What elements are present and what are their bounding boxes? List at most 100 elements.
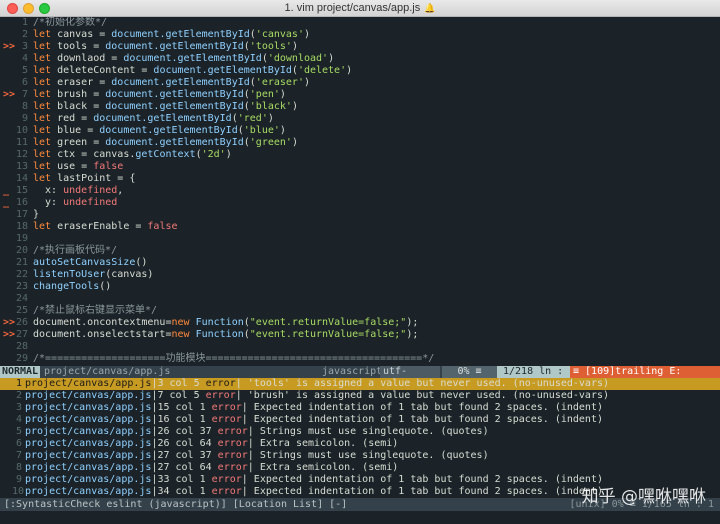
code-line[interactable]: 22 listenToUser(canvas) — [0, 269, 720, 281]
line-number: 12 — [15, 149, 28, 160]
location-msg: | Strings must use singlequote. (quotes) — [247, 426, 489, 437]
location-path: project/canvas/app.js — [25, 390, 152, 401]
line-number: 6 — [21, 77, 28, 88]
code-token: blue = — [57, 125, 100, 136]
close-window-button[interactable] — [7, 3, 18, 14]
location-list-text: project/canvas/app.js|26 col 37 error| S… — [25, 426, 489, 438]
location-list-text: project/canvas/app.js|3 col 5 error| 'to… — [25, 378, 609, 390]
code-line[interactable]: 17} — [0, 209, 720, 221]
code-token: false — [93, 161, 124, 172]
code-text: y: undefined — [33, 197, 117, 209]
location-err: error — [211, 402, 242, 413]
code-text: changeTools() — [33, 281, 111, 293]
location-list-item[interactable]: 4 project/canvas/app.js|16 col 1 error| E… — [0, 414, 720, 426]
code-line[interactable]: 1 /*初始化参数*/ — [0, 17, 720, 29]
location-list[interactable]: 1 project/canvas/app.js|3 col 5 error| 't… — [0, 378, 720, 498]
code-line[interactable]: 18 let eraserEnable = false — [0, 221, 720, 233]
location-msg: | Extra semicolon. (semi) — [247, 462, 399, 473]
location-msg: | 'tools' is assigned a value but never … — [235, 378, 610, 389]
location-path: project/canvas/app.js — [25, 426, 152, 437]
line-number: 25 — [15, 305, 28, 316]
code-text: let lastPoint = { — [33, 173, 135, 185]
location-list-item[interactable]: 5 project/canvas/app.js|26 col 37 error| … — [0, 426, 720, 438]
code-token: "event.returnValue=false;" — [249, 317, 407, 328]
code-line[interactable]: 12 let ctx = canvas.getContext('2d') — [0, 149, 720, 161]
code-token: getContext — [135, 149, 196, 160]
code-token: document.getElementById — [105, 101, 244, 112]
code-line[interactable]: 25 /*禁止鼠标右键显示菜单*/ — [0, 305, 720, 317]
code-token: document.getElementById — [99, 125, 238, 136]
line-number: 19 — [15, 233, 28, 244]
location-list-text: project/canvas/app.js|33 col 1 error| Ex… — [25, 474, 603, 486]
code-token: ) — [346, 65, 353, 76]
code-line[interactable]: >> 7 let brush = document.getElementById('… — [0, 89, 720, 101]
code-token: ); — [406, 329, 419, 340]
line-number: 17 — [15, 209, 28, 220]
location-msg: | Strings must use singlequote. (quotes) — [247, 450, 489, 461]
command-line[interactable] — [0, 511, 720, 524]
location-err: error — [217, 426, 248, 437]
location-list-item[interactable]: 1 project/canvas/app.js|3 col 5 error| 't… — [0, 378, 720, 390]
code-line[interactable]: 2 let canvas = document.getElementById('c… — [0, 29, 720, 41]
code-line[interactable]: _ 15 x: undefined, — [0, 185, 720, 197]
line-number: 24 — [15, 293, 28, 304]
location-list-text: project/canvas/app.js|7 col 5 error| 'br… — [25, 390, 609, 402]
line-number: 29 — [15, 353, 28, 364]
status-percent: 0% ≡ — [442, 366, 497, 378]
code-token: 'eraser' — [255, 77, 304, 88]
code-text: let red = document.getElementById('red') — [33, 113, 274, 125]
code-token: document.getElementById — [105, 89, 244, 100]
code-line[interactable]: 8 let black = document.getElementById('bl… — [0, 101, 720, 113]
code-token: ) — [279, 89, 286, 100]
code-line[interactable]: _ 16 y: undefined — [0, 197, 720, 209]
code-line[interactable]: 4 let downlaod = document.getElementById(… — [0, 53, 720, 65]
code-line[interactable]: 14 let lastPoint = { — [0, 173, 720, 185]
location-path: project/canvas/app.js — [25, 486, 152, 497]
location-list-item[interactable]: 2 project/canvas/app.js|7 col 5 error| 'b… — [0, 390, 720, 402]
line-number: 28 — [15, 341, 28, 352]
code-token: eraserEnable = — [57, 221, 148, 232]
code-line[interactable]: 13 let use = false — [0, 161, 720, 173]
location-list-item[interactable]: 3 project/canvas/app.js|15 col 1 error| E… — [0, 402, 720, 414]
location-pos: |26 col 37 — [151, 426, 218, 437]
zoom-window-button[interactable] — [39, 3, 50, 14]
location-path: project/canvas/app.js — [25, 474, 152, 485]
line-number: 15 — [15, 185, 28, 196]
line-number: 4 — [21, 53, 28, 64]
location-list-item[interactable]: 8 project/canvas/app.js|27 col 64 error| … — [0, 462, 720, 474]
code-line[interactable]: >> 27 document.onselectstart=new Function(… — [0, 329, 720, 341]
code-line[interactable]: 24 — [0, 293, 720, 305]
location-list-item[interactable]: 7 project/canvas/app.js|27 col 37 error| … — [0, 450, 720, 462]
code-line[interactable]: 9 let red = document.getElementById('red'… — [0, 113, 720, 125]
code-line[interactable]: 6 let eraser = document.getElementById('e… — [0, 77, 720, 89]
code-line[interactable]: 20 /*执行画板代码*/ — [0, 245, 720, 257]
code-text: let ctx = canvas.getContext('2d') — [33, 149, 232, 161]
line-number: 14 — [15, 173, 28, 184]
code-token: use = — [57, 161, 94, 172]
code-line[interactable]: 10 let blue = document.getElementById('bl… — [0, 125, 720, 137]
location-err: error — [211, 414, 242, 425]
line-number: 10 — [15, 125, 28, 136]
code-line[interactable]: 5 let deleteContent = document.getElement… — [0, 65, 720, 77]
code-line[interactable]: 11 let green = document.getElementById('g… — [0, 137, 720, 149]
code-line[interactable]: 23 changeTools() — [0, 281, 720, 293]
location-list-index: 10 — [12, 486, 25, 497]
watermark: 知乎 @嘿咻嘿咻 — [581, 487, 706, 507]
code-line[interactable]: 28 — [0, 341, 720, 353]
code-line[interactable]: >> 26 document.oncontextmenu=new Function(… — [0, 317, 720, 329]
code-token: let — [33, 101, 58, 112]
location-list-text: project/canvas/app.js|15 col 1 error| Ex… — [25, 402, 603, 414]
code-line[interactable]: 19 — [0, 233, 720, 245]
code-token: let — [33, 221, 58, 232]
code-text: let eraser = document.getElementById('er… — [33, 77, 310, 89]
code-line[interactable]: 29 /*====================功能模块============… — [0, 353, 720, 365]
code-line[interactable]: 21 autoSetCanvasSize() — [0, 257, 720, 269]
code-text: let canvas = document.getElementById('ca… — [33, 29, 310, 41]
editor-pane[interactable]: 1 /*初始化参数*/ 2 let canvas = document.getElem… — [0, 17, 720, 366]
code-token: 'canvas' — [255, 29, 304, 40]
window-title: 1. vim project/canvas/app.js — [284, 2, 421, 14]
location-list-item[interactable]: 6 project/canvas/app.js|26 col 64 error| … — [0, 438, 720, 450]
code-token: "event.returnValue=false;" — [249, 329, 407, 340]
code-line[interactable]: >> 3 let tools = document.getElementById('… — [0, 41, 720, 53]
minimize-window-button[interactable] — [23, 3, 34, 14]
